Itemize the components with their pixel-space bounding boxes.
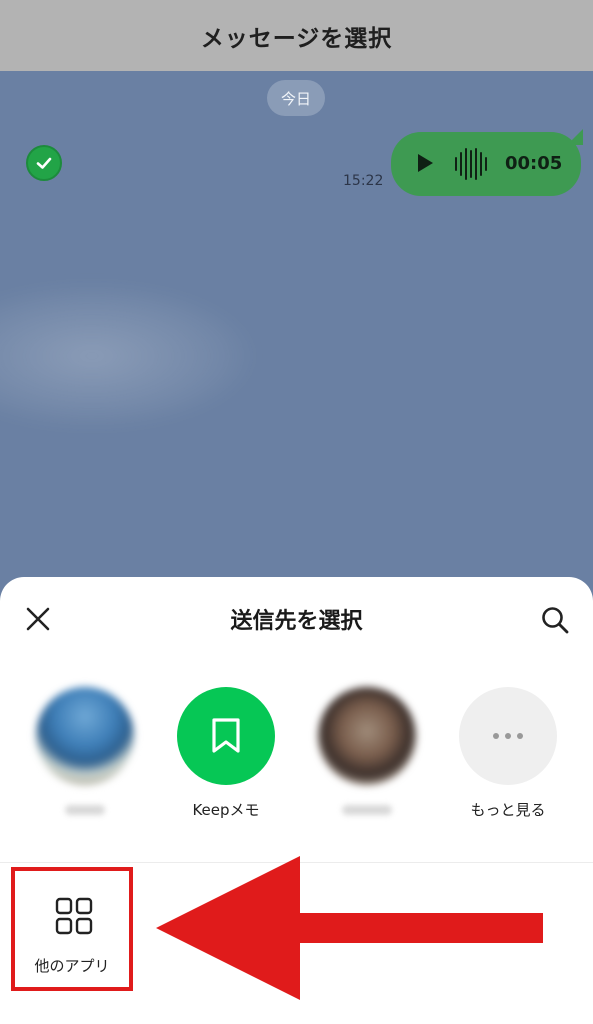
share-target-friend-1[interactable] xyxy=(25,687,145,815)
more-avatar xyxy=(459,687,557,785)
bookmark-icon xyxy=(212,718,240,753)
target-label: もっと見る xyxy=(470,801,546,819)
voice-duration: 00:05 xyxy=(505,153,563,174)
share-target-friend-2[interactable] xyxy=(307,687,427,815)
avatar xyxy=(318,687,416,785)
date-badge: 今日 xyxy=(267,80,325,116)
share-target-keep-memo[interactable]: Keepメモ xyxy=(166,687,286,820)
message-time: 15:22 xyxy=(343,173,384,189)
play-icon[interactable] xyxy=(418,154,433,172)
keep-avatar xyxy=(177,687,275,785)
background-cloud xyxy=(0,281,260,431)
target-label-blurred xyxy=(65,805,105,815)
waveform-icon xyxy=(455,148,487,180)
share-targets: Keepメモ もっと見る xyxy=(0,687,593,837)
target-label: Keepメモ xyxy=(192,801,260,819)
sheet-title: 送信先を選択 xyxy=(230,609,363,634)
other-apps-label: 他のアプリ xyxy=(34,957,110,975)
selected-check-icon[interactable] xyxy=(26,145,62,181)
share-target-more[interactable]: もっと見る xyxy=(448,687,568,820)
chat-area: 今日 15:22 00:05 xyxy=(0,71,593,591)
more-dots-icon xyxy=(493,733,523,739)
red-arrow-annotation xyxy=(156,856,543,1000)
search-button[interactable] xyxy=(538,603,572,637)
grid-icon xyxy=(55,897,93,935)
voice-message-bubble[interactable]: 00:05 xyxy=(391,132,581,196)
other-apps-button[interactable]: 他のアプリ xyxy=(11,867,133,991)
search-icon xyxy=(542,607,569,634)
top-bar: メッセージを選択 xyxy=(0,0,593,71)
target-label-blurred xyxy=(342,805,392,815)
sheet-header: 送信先を選択 xyxy=(0,577,593,663)
avatar xyxy=(36,687,134,785)
page-title: メッセージを選択 xyxy=(200,25,393,52)
